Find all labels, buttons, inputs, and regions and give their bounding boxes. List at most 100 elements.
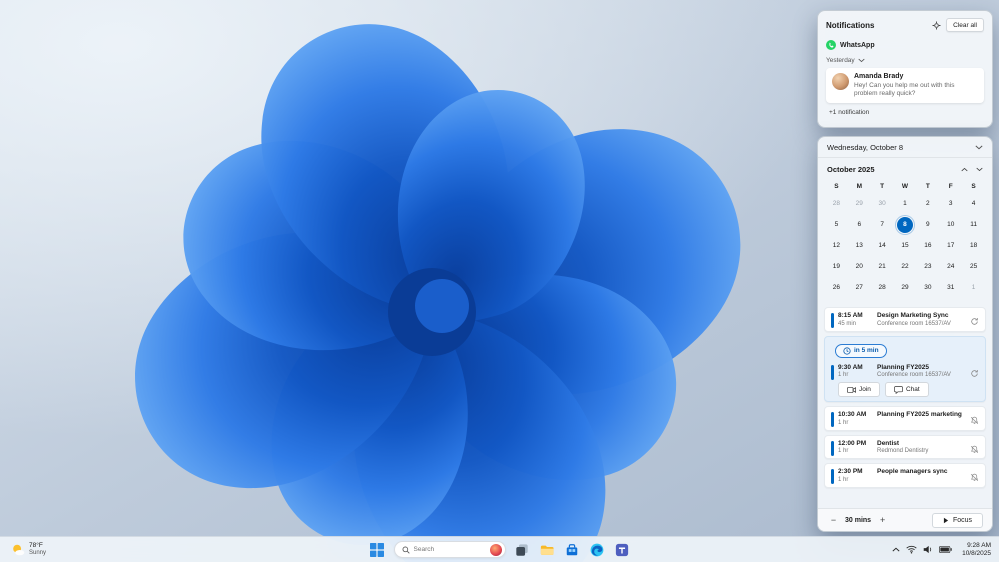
- event-duration: 1 hr: [838, 419, 849, 426]
- chat-icon: [894, 385, 903, 394]
- calendar-day[interactable]: 21: [871, 256, 894, 277]
- calendar-day[interactable]: 13: [848, 235, 871, 256]
- event-duration: 1 hr: [838, 372, 849, 378]
- recurrence-icon: [970, 365, 979, 377]
- calendar-day[interactable]: 9: [916, 214, 939, 235]
- calendar-day[interactable]: 31: [939, 277, 962, 298]
- clock-widget[interactable]: 9:28 AM 10/8/2025: [958, 542, 995, 558]
- calendar-day[interactable]: 15: [894, 235, 917, 256]
- search-highlight-icon[interactable]: [489, 543, 502, 556]
- decrease-duration-button[interactable]: −: [827, 514, 840, 527]
- clock-date: 10/8/2025: [962, 549, 991, 557]
- calendar-day[interactable]: 27: [848, 277, 871, 298]
- focus-button[interactable]: Focus: [931, 512, 983, 528]
- calendar-day[interactable]: 22: [894, 256, 917, 277]
- edge-button[interactable]: [589, 541, 606, 558]
- teams-button[interactable]: [614, 541, 631, 558]
- volume-icon[interactable]: [923, 545, 933, 554]
- weather-widget[interactable]: 78°F Sunny: [6, 537, 51, 562]
- calendar-day[interactable]: 30: [871, 193, 894, 214]
- file-explorer-button[interactable]: [539, 541, 556, 558]
- calendar-day[interactable]: 30: [916, 277, 939, 298]
- taskbar-center: [369, 537, 631, 562]
- calendar-day[interactable]: 18: [962, 235, 985, 256]
- calendar-day[interactable]: 24: [939, 256, 962, 277]
- calendar-day[interactable]: 26: [825, 277, 848, 298]
- calendar-grid: 28 29 30 1 2 3 4 5 6 7 8 9 10 11 12 13 14 15 16 17 18 19 20 21 2…: [818, 192, 992, 298]
- task-view-button[interactable]: [514, 541, 531, 558]
- calendar-day[interactable]: 28: [825, 193, 848, 214]
- chat-button-label: Chat: [905, 386, 920, 393]
- calendar-day[interactable]: 5: [825, 214, 848, 235]
- calendar-prev-month-icon[interactable]: [961, 167, 968, 172]
- agenda-event-card[interactable]: 12:00 PM 1 hr Dentist Redmond Dentistry: [824, 434, 986, 459]
- increase-duration-button[interactable]: +: [876, 514, 889, 527]
- notification-card[interactable]: Amanda Brady Hey! Can you help me out wi…: [826, 68, 984, 104]
- notification-settings-gear-icon[interactable]: [932, 21, 941, 30]
- calendar-day[interactable]: 14: [871, 235, 894, 256]
- agenda-event-card[interactable]: 10:30 AM 1 hr Planning FY2025 marketing: [824, 406, 986, 431]
- search-input[interactable]: [413, 546, 486, 553]
- meeting-reminder-pill[interactable]: in 5 min: [835, 343, 887, 358]
- calendar-day[interactable]: 16: [916, 235, 939, 256]
- weather-condition: Sunny: [29, 549, 47, 556]
- chat-button[interactable]: Chat: [884, 382, 929, 397]
- calendar-day-selected[interactable]: 8: [896, 216, 913, 233]
- edge-icon: [590, 543, 604, 556]
- calendar-day[interactable]: 2: [916, 193, 939, 214]
- agenda-list: 8:15 AM 45 min Design Marketing Sync Confer…: [818, 307, 992, 508]
- calendar-next-month-icon[interactable]: [976, 167, 983, 172]
- calendar-day[interactable]: 20: [848, 256, 871, 277]
- calendar-day-headers: S M T W T F S: [818, 180, 992, 192]
- event-time: 2:30 PM: [838, 468, 863, 475]
- calendar-day[interactable]: 12: [825, 235, 848, 256]
- more-notifications-link[interactable]: +1 notification: [826, 109, 984, 116]
- day-header: S: [971, 182, 976, 190]
- battery-icon[interactable]: [939, 546, 952, 553]
- calendar-day[interactable]: 29: [894, 277, 917, 298]
- microsoft-store-button[interactable]: [564, 541, 581, 558]
- join-button[interactable]: Join: [838, 382, 880, 397]
- hidden-icons-chevron-icon[interactable]: [892, 547, 900, 552]
- calendar-day[interactable]: 10: [939, 214, 962, 235]
- agenda-event-card[interactable]: in 5 min 9:30 AM 1 hr Planning FY2025 Confer…: [824, 335, 986, 402]
- calendar-day[interactable]: 4: [962, 193, 985, 214]
- calendar-month-nav: October 2025: [818, 158, 992, 180]
- calendar-day[interactable]: 29: [848, 193, 871, 214]
- start-button[interactable]: [369, 541, 386, 558]
- event-duration: 45 min: [838, 320, 857, 327]
- focus-session-bar: − 30 mins + Focus: [818, 508, 992, 531]
- calendar-day[interactable]: 11: [962, 214, 985, 235]
- notifications-title: Notifications: [826, 20, 875, 30]
- calendar-day[interactable]: 1: [894, 193, 917, 214]
- calendar-day[interactable]: 1: [962, 277, 985, 298]
- calendar-day[interactable]: 23: [916, 256, 939, 277]
- agenda-event-card[interactable]: 8:15 AM 45 min Design Marketing Sync Confer…: [824, 307, 986, 332]
- search-box[interactable]: [393, 541, 506, 558]
- clear-all-button[interactable]: Clear all: [946, 18, 984, 32]
- event-title: People managers sync: [877, 468, 948, 475]
- focus-button-label: Focus: [952, 516, 972, 524]
- clock-icon: [843, 346, 851, 355]
- day-header: T: [880, 182, 885, 190]
- calendar-day[interactable]: 19: [825, 256, 848, 277]
- event-time: 12:00 PM: [838, 439, 867, 447]
- calendar-day[interactable]: 6: [848, 214, 871, 235]
- notification-sender: Amanda Brady: [854, 73, 904, 80]
- calendar-day[interactable]: 28: [871, 277, 894, 298]
- calendar-day[interactable]: 17: [939, 235, 962, 256]
- notification-group-toggle[interactable]: Yesterday: [826, 57, 984, 64]
- focus-duration: 30 mins: [845, 516, 872, 524]
- calendar-day[interactable]: 25: [962, 256, 985, 277]
- agenda-event-card[interactable]: 2:30 PM 1 hr People managers sync: [824, 463, 986, 488]
- notifications-panel: Notifications Clear all WhatsApp Yesterd…: [817, 10, 993, 128]
- event-title: Design Marketing Sync: [877, 312, 949, 319]
- taskbar: 78°F Sunny Search 9:28 AM 10/8/2025: [0, 536, 999, 562]
- calendar-date-header[interactable]: Wednesday, October 8: [818, 137, 992, 158]
- task-view-icon: [516, 543, 528, 556]
- calendar-day[interactable]: 3: [939, 193, 962, 214]
- teams-icon: [615, 543, 629, 556]
- wifi-icon[interactable]: [906, 545, 917, 554]
- calendar-day[interactable]: 7: [871, 214, 894, 235]
- calendar-panel: Wednesday, October 8 October 2025 S M T …: [817, 136, 993, 532]
